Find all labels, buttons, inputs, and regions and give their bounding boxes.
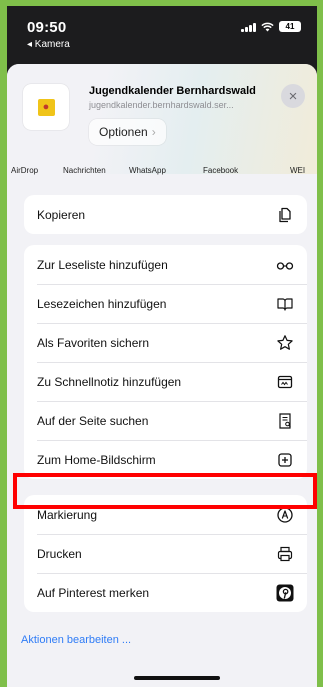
- pinterest-icon: [276, 584, 294, 602]
- action-label: Auf der Seite suchen: [37, 413, 149, 428]
- star-icon: [276, 334, 294, 352]
- action-pinterest[interactable]: Auf Pinterest merken: [24, 573, 307, 612]
- action-copy[interactable]: Kopieren: [24, 195, 307, 234]
- action-label: Auf Pinterest merken: [37, 585, 150, 600]
- back-to-app-link[interactable]: ◂ Kamera: [27, 39, 70, 50]
- action-label: Drucken: [37, 546, 82, 561]
- share-target-airdrop[interactable]: AirDrop: [11, 166, 38, 175]
- site-title: Jugendkalender Bernhardswald: [89, 85, 256, 97]
- site-thumbnail: ●: [23, 84, 69, 130]
- share-target-more[interactable]: WEI: [290, 166, 305, 175]
- action-label: Markierung: [37, 507, 98, 522]
- status-icons: 41: [241, 21, 301, 32]
- signal-icon: [241, 22, 256, 32]
- share-target-facebook[interactable]: Facebook: [203, 166, 238, 175]
- action-reading-list[interactable]: Zur Leseliste hinzufügen: [24, 245, 307, 284]
- quick-note-icon: [276, 373, 294, 391]
- site-url: jugendkalender.bernhardswald.ser...: [89, 100, 234, 110]
- status-bar: 09:50 ◂ Kamera 41: [7, 6, 317, 56]
- printer-icon: [276, 545, 294, 563]
- action-label: Zum Home-Bildschirm: [37, 452, 156, 467]
- chevron-right-icon: ›: [151, 125, 156, 139]
- share-target-whatsapp[interactable]: WhatsApp: [129, 166, 166, 175]
- action-quick-note[interactable]: Zu Schnellnotiz hinzufügen: [24, 362, 307, 401]
- copy-icon: [276, 206, 294, 224]
- status-time: 09:50: [27, 19, 67, 36]
- action-label: Zur Leseliste hinzufügen: [37, 257, 168, 272]
- wifi-icon: [261, 22, 274, 31]
- share-target-messages[interactable]: Nachrichten: [63, 166, 106, 175]
- phone-screen: 09:50 ◂ Kamera 41 ● Jugendkalender Bernh…: [7, 6, 317, 687]
- highlight-box: [13, 473, 317, 509]
- options-button[interactable]: Optionen ›: [89, 119, 166, 145]
- share-header: ● Jugendkalender Bernhardswald jugendkal…: [7, 64, 317, 174]
- share-sheet: ● Jugendkalender Bernhardswald jugendkal…: [7, 64, 317, 687]
- book-icon: [276, 295, 294, 313]
- edit-actions-link[interactable]: Aktionen bearbeiten ...: [21, 634, 131, 646]
- action-print[interactable]: Drucken: [24, 534, 307, 573]
- home-indicator: [134, 676, 220, 680]
- actions-group-extra: Markierung Drucken Auf Pinterest merken: [24, 495, 307, 612]
- share-targets-row: AirDrop Nachrichten WhatsApp Facebook WE…: [7, 162, 317, 182]
- site-logo-icon: ●: [37, 98, 55, 116]
- close-button[interactable]: ×: [281, 84, 305, 108]
- action-find-on-page[interactable]: Auf der Seite suchen: [24, 401, 307, 440]
- options-label: Optionen: [99, 125, 148, 139]
- action-label: Als Favoriten sichern: [37, 335, 150, 350]
- add-square-icon: [276, 451, 294, 469]
- action-label: Kopieren: [37, 207, 86, 222]
- actions-group-copy: Kopieren: [24, 195, 307, 234]
- action-add-bookmark[interactable]: Lesezeichen hinzufügen: [24, 284, 307, 323]
- actions-group-page: Zur Leseliste hinzufügen Lesezeichen hin…: [24, 245, 307, 479]
- action-label: Zu Schnellnotiz hinzufügen: [37, 374, 182, 389]
- find-on-page-icon: [276, 412, 294, 430]
- battery-icon: 41: [279, 21, 301, 32]
- glasses-icon: [276, 256, 294, 274]
- action-label: Lesezeichen hinzufügen: [37, 296, 167, 311]
- action-add-favorite[interactable]: Als Favoriten sichern: [24, 323, 307, 362]
